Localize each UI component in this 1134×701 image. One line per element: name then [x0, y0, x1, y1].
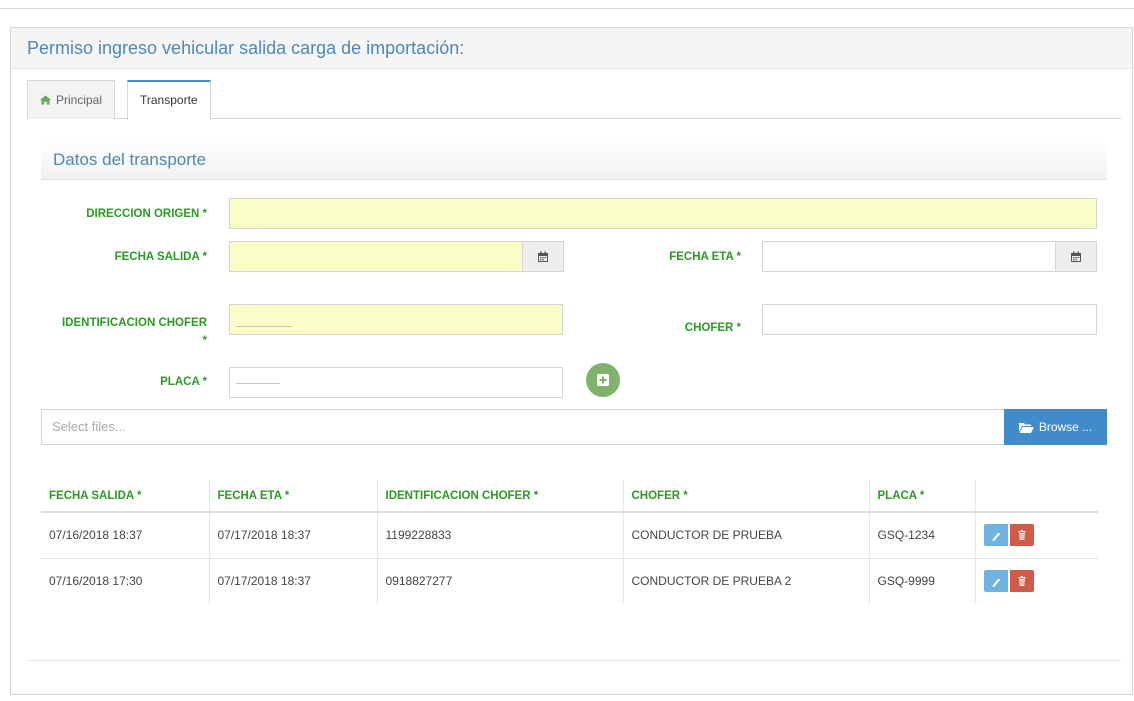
browse-button[interactable]: Browse ...	[1004, 409, 1107, 445]
identificacion-chofer-required-star: *	[202, 335, 207, 347]
trash-icon	[1018, 576, 1025, 587]
panel-title: Permiso ingreso vehicular salida carga d…	[11, 28, 1132, 69]
add-transport-button[interactable]	[586, 363, 620, 397]
tab-transporte[interactable]: Transporte	[127, 80, 211, 120]
cell-actions	[975, 512, 1098, 559]
col-fecha-salida: FECHA SALIDA *	[41, 480, 210, 513]
table-row: 07/16/2018 18:37 07/17/2018 18:37 119922…	[41, 512, 1098, 559]
direccion-origen-field[interactable]	[229, 198, 1097, 229]
pencil-icon	[992, 578, 1000, 588]
browse-label: Browse ...	[1038, 420, 1093, 434]
input-mask-hint	[236, 326, 292, 327]
section-title: Datos del transporte	[41, 141, 1107, 180]
calendar-icon	[1071, 251, 1081, 262]
pencil-icon	[992, 532, 1000, 542]
calendar-icon	[538, 251, 548, 262]
fecha-salida-field[interactable]	[229, 241, 523, 272]
trash-icon	[1018, 530, 1025, 541]
permit-panel: Permiso ingreso vehicular salida carga d…	[10, 27, 1133, 695]
table-row: 07/16/2018 17:30 07/17/2018 18:37 091882…	[41, 558, 1098, 604]
cell-fecha-salida: 07/16/2018 17:30	[41, 558, 210, 604]
cell-placa: GSQ-9999	[869, 558, 976, 604]
col-actions	[975, 480, 1098, 513]
col-fecha-eta: FECHA ETA *	[209, 480, 378, 513]
cell-fecha-eta: 07/17/2018 18:37	[209, 512, 378, 559]
placa-label: PLACA *	[160, 376, 207, 388]
folder-open-icon	[1018, 422, 1034, 433]
select-files-input[interactable]: Select files...	[41, 409, 1005, 445]
chofer-label: CHOFER *	[684, 322, 741, 334]
delete-button[interactable]	[1009, 524, 1034, 547]
tab-principal-label: Principal	[56, 93, 103, 107]
cell-identificacion-chofer: 1199228833	[377, 512, 624, 559]
input-mask-hint	[236, 383, 280, 384]
cell-identificacion-chofer: 0918827277	[377, 558, 624, 604]
cell-fecha-salida: 07/16/2018 18:37	[41, 512, 210, 559]
edit-button[interactable]	[983, 570, 1008, 593]
cell-actions	[975, 558, 1098, 604]
chofer-field[interactable]	[762, 304, 1097, 335]
plus-square-icon	[597, 374, 609, 386]
cell-placa: GSQ-1234	[869, 512, 976, 559]
cell-fecha-eta: 07/17/2018 18:37	[209, 558, 378, 604]
col-identificacion-chofer: IDENTIFICACION CHOFER *	[377, 480, 624, 513]
fecha-eta-label: FECHA ETA *	[669, 251, 741, 263]
fecha-salida-label: FECHA SALIDA *	[114, 251, 207, 263]
tab-bar: Principal Transporte	[27, 80, 1121, 120]
transport-table: FECHA SALIDA * FECHA ETA * IDENTIFICACIO…	[41, 480, 1098, 604]
col-chofer: CHOFER *	[623, 480, 870, 513]
identificacion-chofer-label: IDENTIFICACION CHOFER *	[41, 316, 207, 349]
cell-chofer: CONDUCTOR DE PRUEBA 2	[623, 558, 870, 604]
top-divider	[0, 8, 1134, 9]
home-icon	[40, 95, 51, 105]
tab-principal[interactable]: Principal	[27, 80, 116, 119]
col-placa: PLACA *	[869, 480, 976, 513]
identificacion-chofer-field[interactable]	[229, 304, 563, 335]
fecha-salida-calendar-button[interactable]	[522, 241, 564, 272]
fecha-eta-field[interactable]	[762, 241, 1056, 272]
fecha-eta-calendar-button[interactable]	[1055, 241, 1097, 272]
edit-button[interactable]	[983, 524, 1008, 547]
cell-chofer: CONDUCTOR DE PRUEBA	[623, 512, 870, 559]
identificacion-chofer-label-text: IDENTIFICACION CHOFER	[61, 317, 207, 329]
direccion-origen-label: DIRECCION ORIGEN *	[86, 208, 207, 220]
table-header-row: FECHA SALIDA * FECHA ETA * IDENTIFICACIO…	[41, 480, 1098, 513]
tab-transporte-label: Transporte	[140, 93, 198, 107]
delete-button[interactable]	[1009, 570, 1034, 593]
panel-footer-divider	[27, 660, 1121, 661]
